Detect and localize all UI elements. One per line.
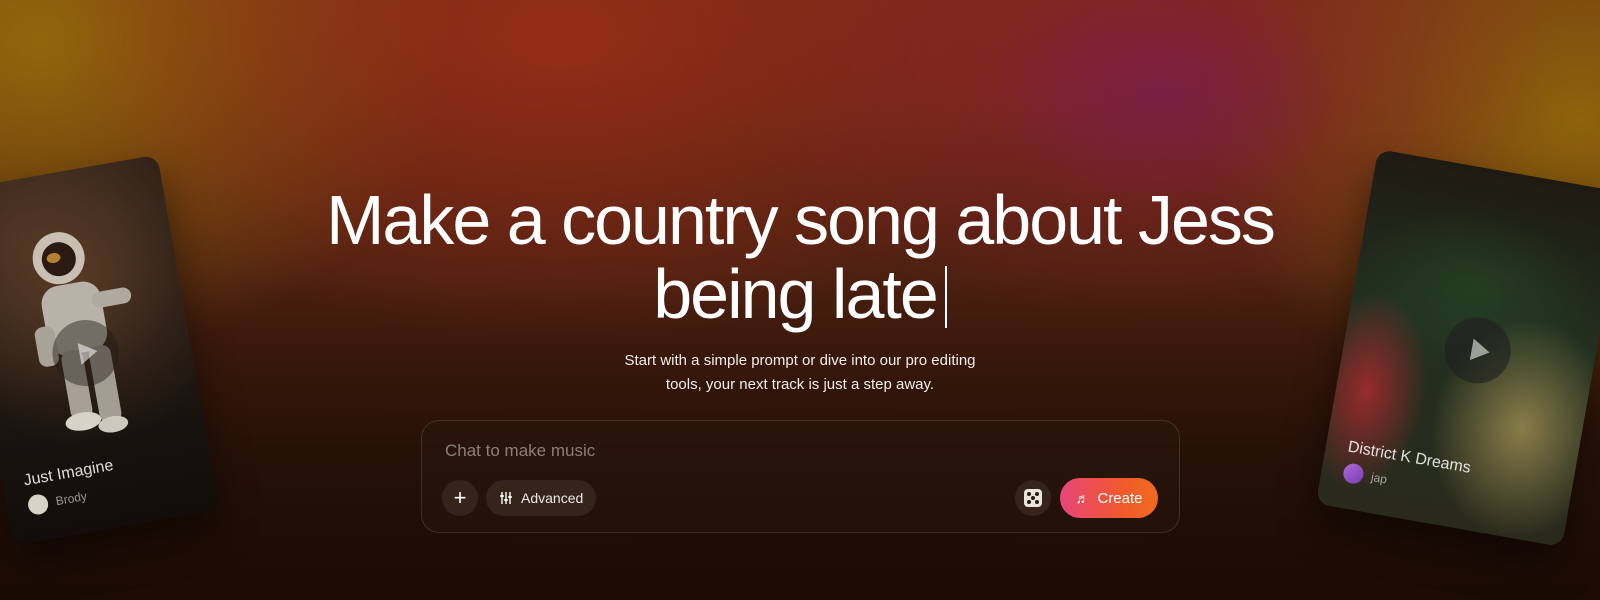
card-info: District K Dreams jap (1341, 438, 1472, 503)
dice-icon (1024, 489, 1042, 507)
avatar (1341, 462, 1365, 486)
card-author: Brody (54, 489, 88, 509)
plus-icon: + (453, 485, 467, 510)
create-button[interactable]: ♬ Create (1060, 478, 1158, 518)
sliders-icon (500, 492, 512, 504)
page-subtitle: Start with a simple prompt or dive into … (624, 352, 976, 393)
chat-input[interactable] (445, 441, 1145, 461)
music-note-icon: ♬ (1075, 490, 1090, 506)
card-info: Just Imagine Brody (22, 457, 119, 517)
page-title: Make a country song about Jess being lat… (300, 183, 1300, 331)
random-prompt-button[interactable] (1015, 480, 1051, 516)
create-label: Create (1097, 489, 1143, 507)
add-button[interactable]: + (442, 480, 478, 516)
advanced-label: Advanced (521, 490, 584, 506)
card-author: jap (1369, 469, 1389, 487)
text-caret (944, 266, 947, 328)
headline-text: Make a country song about Jess being lat… (326, 181, 1276, 333)
chat-composer: + Advanced ♬ Create (421, 420, 1180, 533)
advanced-button[interactable]: Advanced (486, 480, 597, 516)
hero-section: Make a country song about Jess being lat… (0, 183, 1600, 397)
avatar (26, 492, 50, 517)
